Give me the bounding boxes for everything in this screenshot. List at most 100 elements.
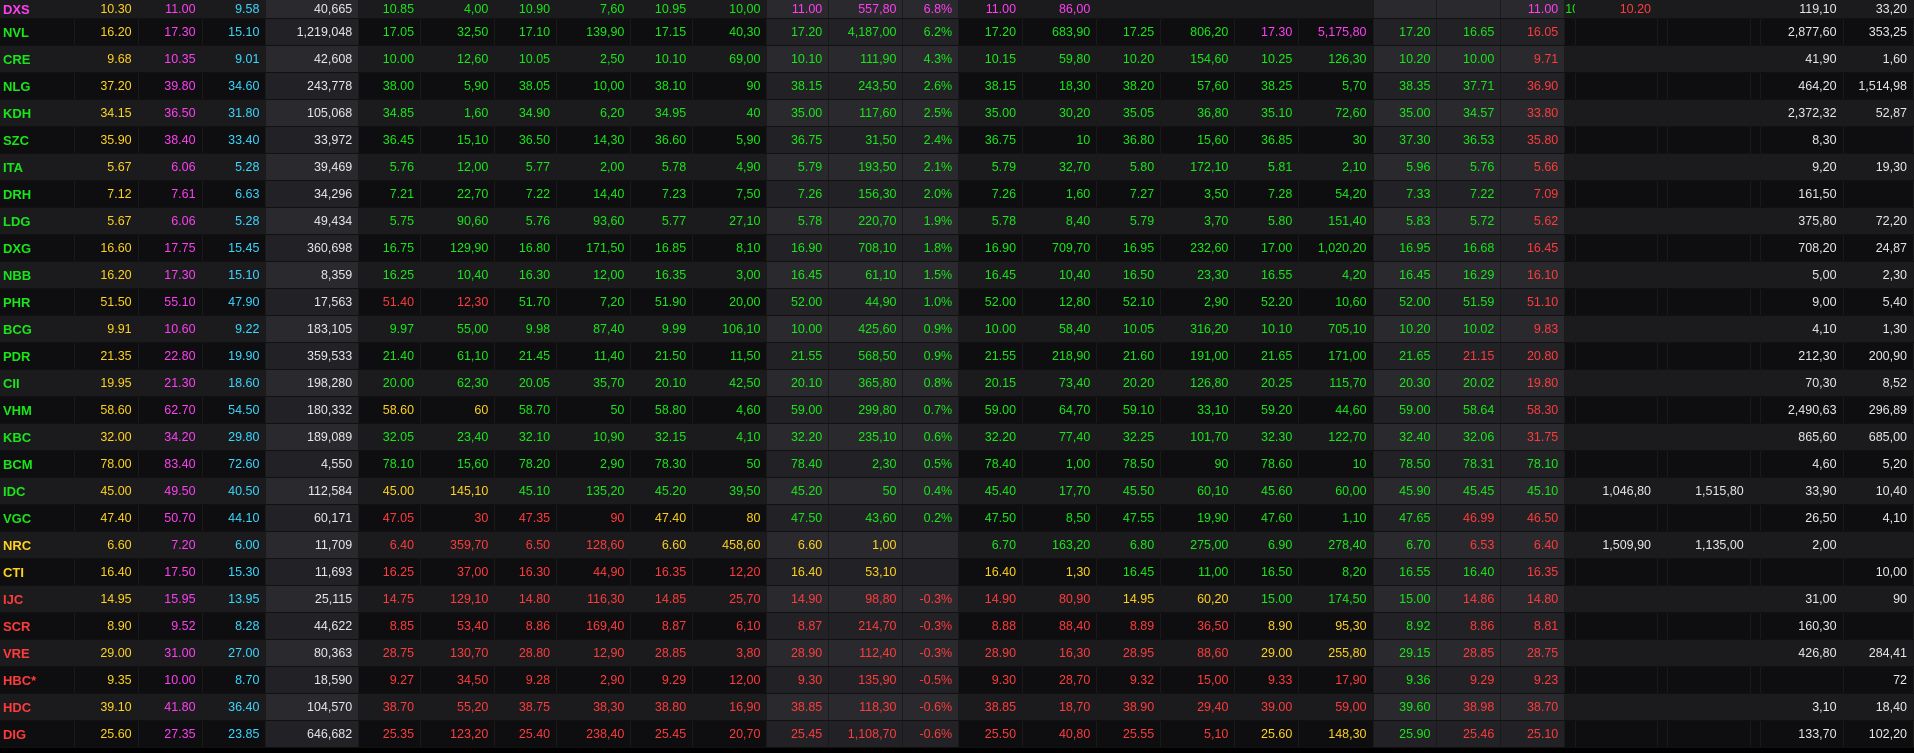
symbol-cell[interactable]: NBB <box>0 261 75 289</box>
table-row[interactable]: NRC 6.60 7.20 6.00 11,709 6.40 359,70 6.50 128,6… <box>0 531 1914 559</box>
symbol-cell[interactable]: NRC <box>0 531 75 559</box>
value-cell: 25.35 <box>358 720 422 748</box>
value-cell: 316,20 <box>1160 315 1236 343</box>
value-cell: 73,40 <box>1022 369 1098 397</box>
value-cell: 25.40 <box>494 720 558 748</box>
value-cell: 38.20 <box>1096 72 1162 100</box>
symbol-cell[interactable]: DXG <box>0 234 75 262</box>
value-cell: 34,296 <box>265 180 360 208</box>
symbol-cell[interactable]: SCR <box>0 612 75 640</box>
value-cell: 14,40 <box>556 180 632 208</box>
value-cell: 28.85 <box>630 639 694 667</box>
value-cell <box>1657 504 1669 532</box>
table-row[interactable]: CRE 9.68 10.35 9.01 42,608 10.00 12,60 10.05 2,5… <box>0 45 1914 73</box>
table-row[interactable]: KBC 32.00 34.20 29.80 189,089 32.05 23,40 32.10… <box>0 423 1914 451</box>
value-cell: 30 <box>420 504 496 532</box>
table-row[interactable]: HBC* 9.35 10.00 8.70 18,590 9.27 34,50 9.28 2,90… <box>0 666 1914 694</box>
symbol-cell[interactable]: NVL <box>0 18 75 46</box>
table-row[interactable]: PDR 21.35 22.80 19.90 359,533 21.40 61,10 21.45… <box>0 342 1914 370</box>
value-cell: 102,20 <box>1843 720 1914 748</box>
table-row[interactable]: CII 19.95 21.30 18.60 198,280 20.00 62,30 20.05… <box>0 369 1914 397</box>
table-row[interactable]: IDC 45.00 49.50 40.50 112,584 45.00 145,10 45.1… <box>0 477 1914 505</box>
value-cell: 2,90 <box>556 450 632 478</box>
value-cell: 425,60 <box>828 315 904 343</box>
table-row[interactable]: NVL 16.20 17.30 15.10 1,219,048 17.05 32,50 17.… <box>0 18 1914 46</box>
symbol-cell[interactable]: KBC <box>0 423 75 451</box>
table-row[interactable]: VRE 29.00 31.00 27.00 80,363 28.75 130,70 28.80… <box>0 639 1914 667</box>
value-cell <box>1160 0 1236 19</box>
table-row[interactable]: DXG 16.60 17.75 15.45 360,698 16.75 129,90 16.8… <box>0 234 1914 262</box>
symbol-cell[interactable]: CTI <box>0 558 75 586</box>
symbol-cell[interactable]: IDC <box>0 477 75 505</box>
symbol-cell[interactable]: DIG <box>0 720 75 748</box>
value-cell <box>1667 315 1751 343</box>
table-row[interactable]: SCR 8.90 9.52 8.28 44,622 8.85 53,40 8.86 169,40… <box>0 612 1914 640</box>
value-cell <box>1750 126 1762 154</box>
value-cell: 15,60 <box>420 450 496 478</box>
symbol-cell[interactable]: DRH <box>0 180 75 208</box>
table-row[interactable]: PHR 51.50 55.10 47.90 17,563 51.40 12,30 51.70 7… <box>0 288 1914 316</box>
value-cell: 21.45 <box>494 342 558 370</box>
value-cell: 154,60 <box>1160 45 1236 73</box>
table-row[interactable]: DXS 10.30 11.00 9.58 40,665 10.85 4,00 10.90 7,6… <box>0 0 1914 19</box>
value-cell: 3,70 <box>1160 207 1236 235</box>
value-cell: 61,10 <box>828 261 904 289</box>
value-cell: 5.67 <box>74 207 139 235</box>
value-cell: 8,50 <box>1022 504 1098 532</box>
symbol-cell[interactable]: HBC* <box>0 666 75 694</box>
table-row[interactable]: SZC 35.90 38.40 33.40 33,972 36.45 15,10 36.50 1… <box>0 126 1914 154</box>
table-row[interactable]: VHM 58.60 62.70 54.50 180,332 58.60 60 58.70 50 5… <box>0 396 1914 424</box>
value-cell: 58.30 <box>1500 396 1566 424</box>
table-row[interactable]: CTI 16.40 17.50 15.30 11,693 16.25 37,00 16.30 4… <box>0 558 1914 586</box>
value-cell: 375,80 <box>1760 207 1844 235</box>
table-row[interactable]: NLG 37.20 39.80 34.60 243,778 38.00 5,90 38.05 1… <box>0 72 1914 100</box>
value-cell: 5.77 <box>630 207 694 235</box>
table-row[interactable]: NBB 16.20 17.30 15.10 8,359 16.25 10,40 16.30 12… <box>0 261 1914 289</box>
table-row[interactable]: BCM 78.00 83.40 72.60 4,550 78.10 15,60 78.20 2,… <box>0 450 1914 478</box>
symbol-cell[interactable]: LDG <box>0 207 75 235</box>
table-row[interactable]: DIG 25.60 27.35 23.85 646,682 25.35 123,20 25.4… <box>0 720 1914 748</box>
symbol-cell[interactable]: SZC <box>0 126 75 154</box>
value-cell: 58,40 <box>1022 315 1098 343</box>
table-row[interactable]: ITA 5.67 6.06 5.28 39,469 5.76 12,00 5.77 2,00 5.… <box>0 153 1914 181</box>
value-cell: 9.36 <box>1373 666 1438 694</box>
value-cell: 45.00 <box>74 477 139 505</box>
table-row[interactable]: HDC 39.10 41.80 36.40 104,570 38.70 55,20 38.75… <box>0 693 1914 721</box>
table-row[interactable]: DRH 7.12 7.61 6.63 34,296 7.21 22,70 7.22 14,40 7… <box>0 180 1914 208</box>
symbol-cell[interactable]: PHR <box>0 288 75 316</box>
value-cell: 69,00 <box>692 45 768 73</box>
value-cell <box>1750 504 1762 532</box>
value-cell: 12,20 <box>692 558 768 586</box>
table-row[interactable]: LDG 5.67 6.06 5.28 49,434 5.75 90,60 5.76 93,60 5… <box>0 207 1914 235</box>
symbol-cell[interactable]: CII <box>0 369 75 397</box>
value-cell: 8,10 <box>692 234 768 262</box>
symbol-cell[interactable]: IJC <box>0 585 75 613</box>
symbol-cell[interactable]: DXS <box>0 0 75 19</box>
value-cell: 806,20 <box>1160 18 1236 46</box>
symbol-cell[interactable]: BCM <box>0 450 75 478</box>
symbol-cell[interactable]: KDH <box>0 99 75 127</box>
value-cell: 34,50 <box>420 666 496 694</box>
symbol-cell[interactable]: VRE <box>0 639 75 667</box>
value-cell: 126,80 <box>1160 369 1236 397</box>
symbol-cell[interactable]: BCG <box>0 315 75 343</box>
value-cell: 8.70 <box>202 666 267 694</box>
symbol-cell[interactable]: ITA <box>0 153 75 181</box>
value-cell: 50 <box>692 450 768 478</box>
symbol-cell[interactable]: VGC <box>0 504 75 532</box>
symbol-cell[interactable]: PDR <box>0 342 75 370</box>
value-cell: 2.6% <box>902 72 960 100</box>
table-row[interactable]: BCG 9.91 10.60 9.22 183,105 9.97 55,00 9.98 87,4… <box>0 315 1914 343</box>
symbol-cell[interactable]: NLG <box>0 72 75 100</box>
table-row[interactable]: IJC 14.95 15.95 13.95 25,115 14.75 129,10 14.80… <box>0 585 1914 613</box>
symbol-cell[interactable]: HDC <box>0 693 75 721</box>
symbol-cell[interactable]: VHM <box>0 396 75 424</box>
value-cell: 189,089 <box>265 423 360 451</box>
table-row[interactable]: VGC 47.40 50.70 44.10 60,171 47.05 30 47.35 90 47… <box>0 504 1914 532</box>
symbol-cell[interactable]: CRE <box>0 45 75 73</box>
value-cell: 8.90 <box>74 612 139 640</box>
value-cell: 9.71 <box>1500 45 1566 73</box>
table-row[interactable]: KDH 34.15 36.50 31.80 105,068 34.85 1,60 34.90 6… <box>0 99 1914 127</box>
value-cell: 3,80 <box>692 639 768 667</box>
value-cell: 9.30 <box>766 666 830 694</box>
